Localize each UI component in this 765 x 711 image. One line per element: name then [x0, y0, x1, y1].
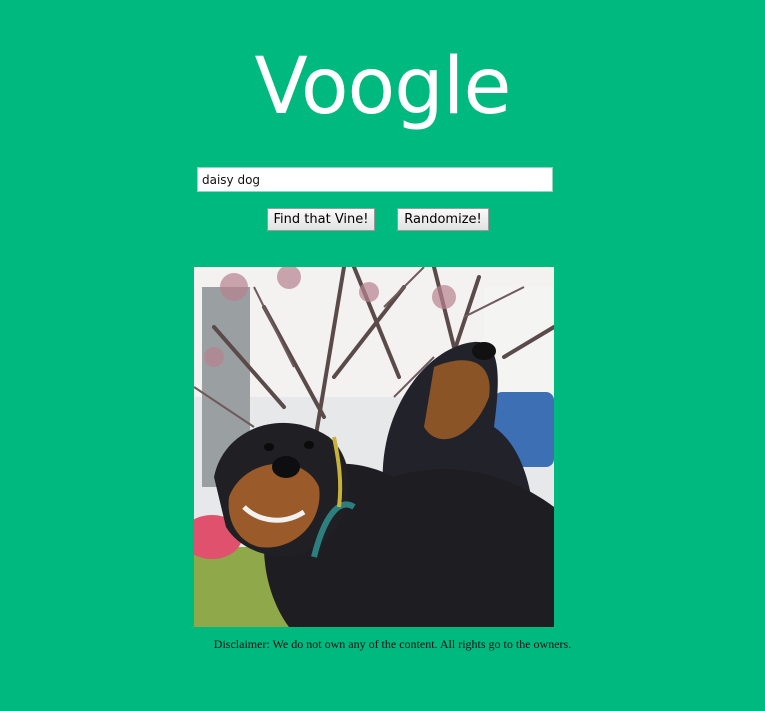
voogle-logo: Voogle: [254, 42, 512, 132]
find-vine-button[interactable]: Find that Vine!: [267, 208, 375, 231]
search-input[interactable]: [197, 167, 553, 192]
dogs-video-frame: [194, 267, 554, 627]
vine-video-player[interactable]: [194, 267, 554, 627]
randomize-button[interactable]: Randomize!: [397, 208, 489, 231]
page: Voogle Find that Vine! Randomize!: [0, 0, 765, 711]
disclaimer-text: Disclaimer: We do not own any of the con…: [213, 637, 572, 651]
